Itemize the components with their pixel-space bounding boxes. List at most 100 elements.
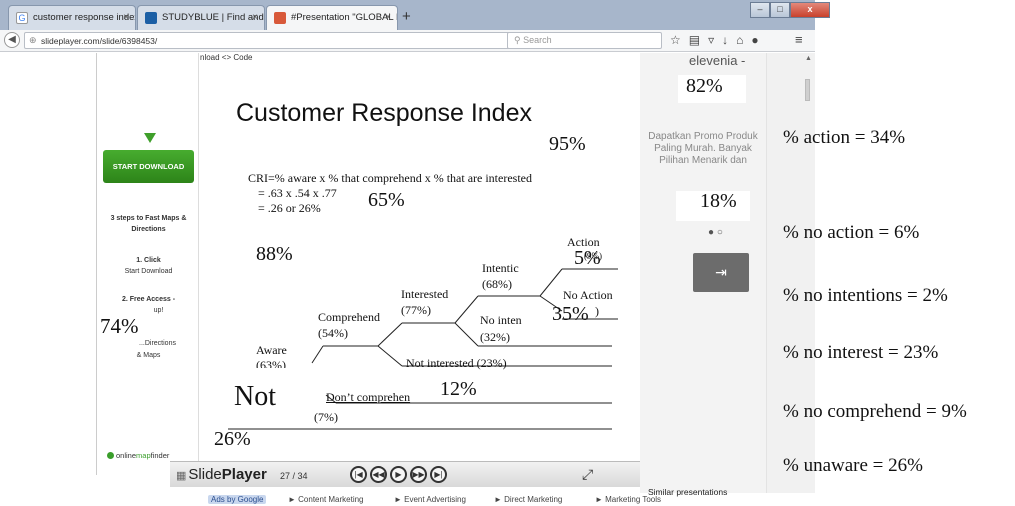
scrollbar-thumb[interactable]: [805, 79, 810, 101]
annotation-65: 65%: [368, 189, 405, 211]
search-input[interactable]: ⚲ Search: [507, 32, 662, 49]
tab-bar: G customer response index - ... × STUDYB…: [0, 0, 830, 30]
onlinemapfinder-logo[interactable]: onlinemapfinder: [107, 451, 169, 460]
url-bar[interactable]: ⊕ slideplayer.com/slide/6398453/ C: [24, 32, 534, 49]
reading-list-icon[interactable]: ▤: [689, 33, 700, 47]
tree-branch: [539, 268, 563, 297]
download-icon[interactable]: ↓: [722, 33, 728, 47]
link-event-advertising[interactable]: ► Event Advertising: [394, 495, 466, 504]
tab-studyblue[interactable]: STUDYBLUE | Find and shar... ×: [137, 5, 265, 30]
annotation-26: 26%: [214, 428, 251, 450]
search-placeholder: Search: [523, 35, 552, 45]
slideplayer-logo[interactable]: ▦ SlidePlayer: [176, 466, 267, 483]
node-no-intention: No inten: [480, 313, 522, 327]
toolbar-icons: ☆ ▤ ▿ ↓ ⌂ ●: [670, 33, 759, 47]
first-slide-icon[interactable]: |◀: [350, 466, 367, 483]
ad-title[interactable]: elevenia -: [689, 53, 745, 68]
node-interested: Interested: [401, 287, 449, 301]
annotation-82: 82%: [686, 75, 723, 97]
page-content: START DOWNLOAD 3 steps to Fast Maps & Di…: [0, 53, 815, 506]
ad-step2-title: 2. Free Access -: [121, 296, 176, 303]
slideplayer-icon: ▦: [176, 470, 187, 482]
url-text: slideplayer.com/slide/6398453/: [41, 36, 158, 46]
tab-label: #Presentation "GLOBAL M...: [291, 12, 397, 23]
left-advertisement[interactable]: START DOWNLOAD 3 steps to Fast Maps & Di…: [96, 53, 199, 475]
close-tab-icon[interactable]: ×: [252, 6, 258, 29]
slideplayer-icon: [274, 12, 286, 24]
site-info-icon[interactable]: ⊕: [29, 35, 37, 46]
page-scroll-area: ▲: [766, 53, 815, 493]
ad-step3-text: ...Directions: [139, 340, 176, 347]
tab-google-search[interactable]: G customer response index - ... ×: [8, 5, 136, 30]
ad-steps-title: 3 steps to Fast Maps & Directions: [110, 215, 187, 233]
link-direct-marketing[interactable]: ► Direct Marketing: [494, 495, 562, 504]
summary-no-intentions: % no intentions = 2%: [783, 285, 948, 306]
tree-branch: [377, 345, 403, 367]
close-tab-icon[interactable]: ×: [123, 6, 129, 29]
ad-step3-text2: & Maps: [136, 352, 161, 359]
tab-label: STUDYBLUE | Find and shar...: [162, 12, 264, 23]
similar-presentations-label[interactable]: Similar presentations: [648, 487, 727, 497]
tree-branch: [454, 322, 479, 347]
summary-no-interest: % no interest = 23%: [783, 342, 939, 363]
minimize-button[interactable]: –: [750, 2, 770, 18]
tab-slideplayer[interactable]: #Presentation "GLOBAL M... ×: [266, 5, 398, 30]
node-no-intention-pct: (32%): [480, 330, 510, 344]
fast-forward-icon[interactable]: ▶▶: [410, 466, 427, 483]
ad-promo-text[interactable]: Dapatkan Promo Produk Paling Murah. Bany…: [640, 131, 766, 167]
node-aware-pct: (63%): [256, 358, 286, 368]
logo-part: Player: [221, 466, 267, 483]
ads-by-google-badge[interactable]: Ads by Google: [208, 495, 267, 504]
node-comprehend-pct: (54%): [318, 326, 348, 340]
window-controls: – □ x: [750, 2, 830, 18]
link-content-marketing[interactable]: ► Content Marketing: [288, 495, 364, 504]
google-icon: G: [16, 12, 28, 24]
logo-part: Slide: [188, 466, 222, 483]
node-dont-comprehend-pct: (7%): [314, 410, 338, 424]
back-arrow-icon[interactable]: ◀: [4, 32, 20, 48]
search-icon: ⚲: [514, 35, 524, 45]
page-counter: 27 / 34: [280, 471, 308, 481]
bookmark-star-icon[interactable]: ☆: [670, 33, 681, 47]
pocket-icon[interactable]: ▿: [708, 33, 714, 47]
annotation-5: 5%: [574, 247, 601, 269]
annotation-88: 88%: [256, 243, 293, 265]
node-intention-pct: (68%): [482, 277, 512, 291]
last-slide-icon[interactable]: ▶|: [430, 466, 447, 483]
share-icon[interactable]: ⇥: [693, 253, 749, 292]
studyblue-icon: [145, 12, 157, 24]
node-not-interested: Not interested (23%): [406, 356, 507, 370]
home-icon[interactable]: ⌂: [736, 33, 743, 47]
menu-icon[interactable]: ≡: [795, 32, 803, 47]
scroll-up-icon[interactable]: ▲: [805, 55, 812, 62]
slideplayer-toolbar: ▦ SlidePlayer 27 / 34 |◀ ◀◀ ▶ ▶▶ ▶| ⤢: [170, 461, 640, 487]
brand-part: online: [116, 451, 137, 460]
down-arrow-icon: [144, 133, 156, 143]
play-icon[interactable]: ▶: [390, 466, 407, 483]
node-aware: Aware: [256, 343, 287, 357]
fullscreen-icon[interactable]: ⤢: [582, 466, 593, 483]
annotation-74: 74%: [100, 314, 139, 338]
tree-branch: [377, 322, 403, 347]
annotation-12: 12%: [440, 378, 477, 400]
tab-label: customer response index - ...: [33, 12, 135, 23]
node-interested-pct: (77%): [401, 303, 431, 317]
brand-part: map: [136, 451, 151, 460]
start-download-button[interactable]: START DOWNLOAD: [103, 150, 194, 183]
chat-icon[interactable]: ●: [751, 33, 758, 47]
right-ad-panel[interactable]: elevenia - 82% Dapatkan Promo Produk Pal…: [640, 53, 766, 493]
maximize-button[interactable]: □: [770, 2, 790, 18]
annotation-not: Not: [234, 381, 276, 412]
summary-no-comprehend: % no comprehend = 9%: [783, 401, 967, 422]
ad-step1-text: Start Download: [124, 268, 173, 275]
globe-icon: [107, 452, 114, 459]
close-tab-icon[interactable]: ×: [385, 6, 391, 29]
node-no-action: No Action: [563, 288, 613, 302]
new-tab-button[interactable]: +: [402, 8, 411, 25]
carousel-dots[interactable]: ● ○: [708, 227, 723, 238]
rewind-icon[interactable]: ◀◀: [370, 466, 387, 483]
player-controls: |◀ ◀◀ ▶ ▶▶ ▶|: [350, 466, 447, 483]
close-window-button[interactable]: x: [790, 2, 830, 18]
annotation-18: 18%: [700, 190, 737, 212]
brand-part: finder: [150, 451, 170, 460]
